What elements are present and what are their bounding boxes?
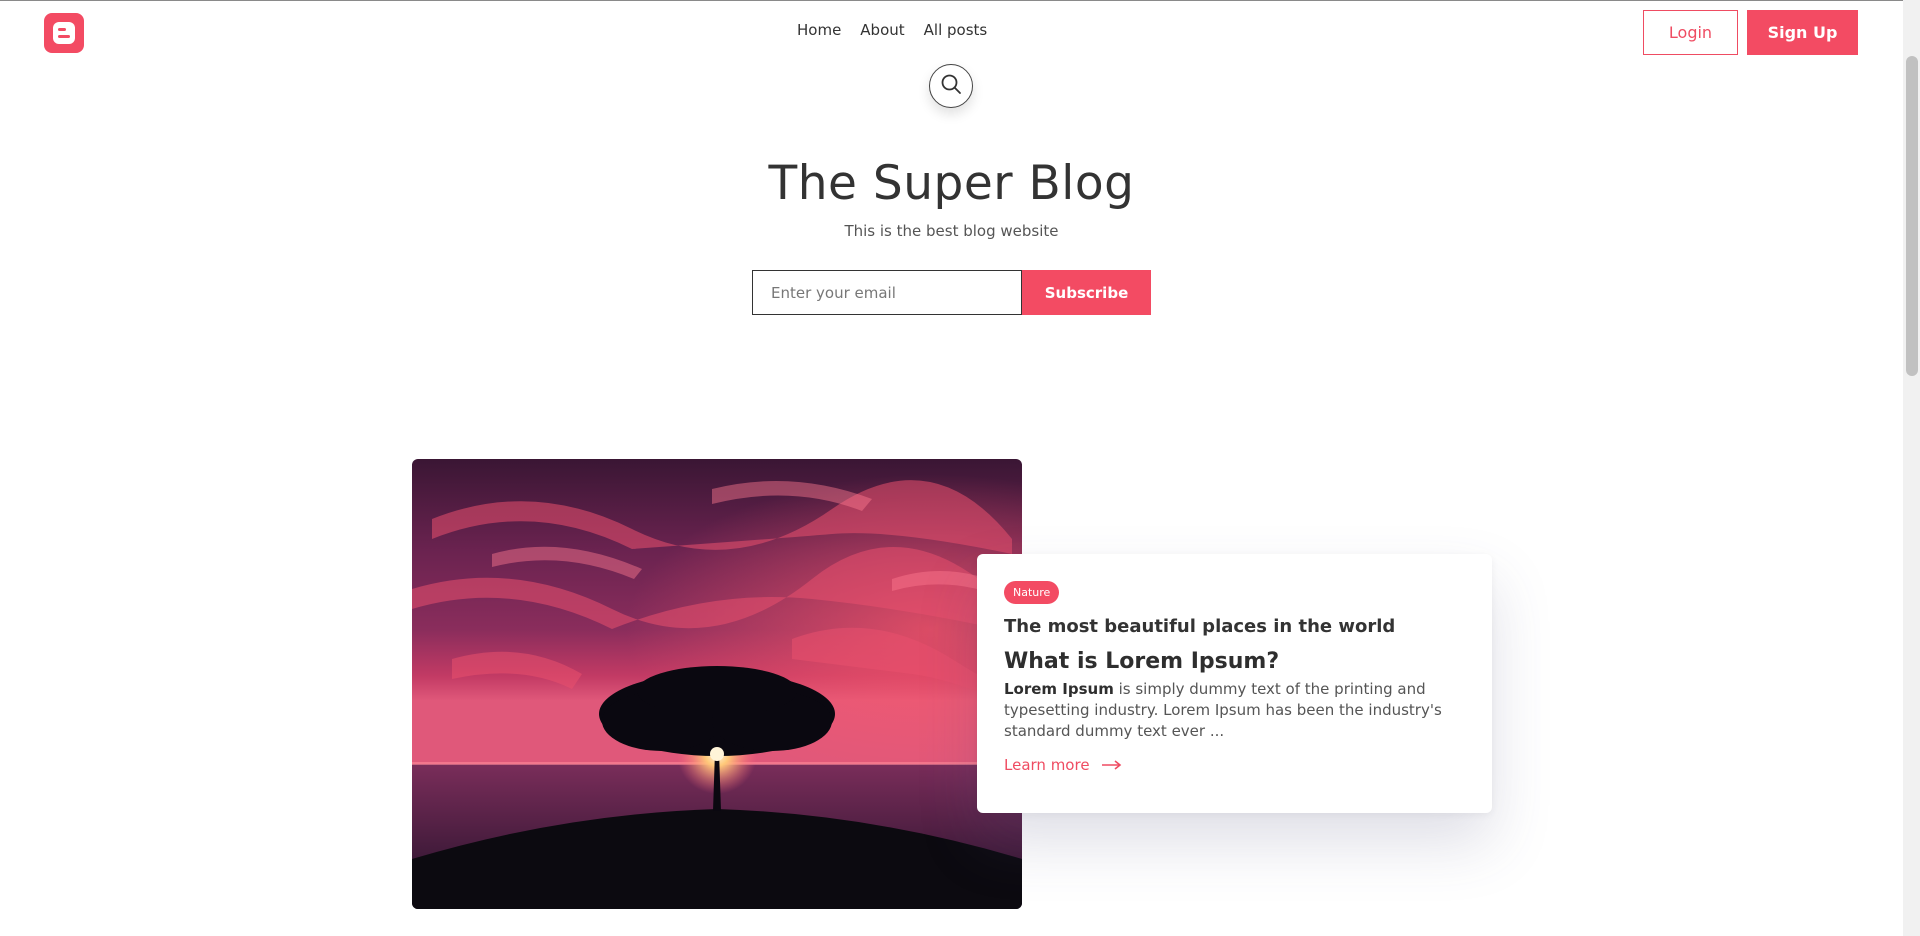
excerpt-bold: Lorem Ipsum xyxy=(1004,680,1114,698)
learn-more-label: Learn more xyxy=(1004,756,1090,774)
post-heading: What is Lorem Ipsum? xyxy=(1004,649,1280,674)
nav-home[interactable]: Home xyxy=(797,21,841,39)
login-button[interactable]: Login xyxy=(1643,10,1738,55)
signup-button[interactable]: Sign Up xyxy=(1747,10,1858,55)
category-badge[interactable]: Nature xyxy=(1004,581,1060,604)
post-card: Nature The most beautiful places in the … xyxy=(977,554,1492,813)
main-nav: Home About All posts xyxy=(797,21,987,39)
page-scrollbar[interactable] xyxy=(1903,0,1920,936)
post-excerpt: Lorem Ipsum is simply dummy text of the … xyxy=(1004,679,1444,742)
nav-all-posts[interactable]: All posts xyxy=(924,21,988,39)
post-title[interactable]: The most beautiful places in the world xyxy=(1004,616,1465,637)
page-title: The Super Blog xyxy=(768,156,1135,211)
post-image[interactable] xyxy=(412,459,1022,909)
learn-more-link[interactable]: Learn more xyxy=(1004,756,1465,774)
arrow-right-icon xyxy=(1101,756,1122,774)
search-icon xyxy=(940,73,962,99)
email-field[interactable] xyxy=(752,270,1022,315)
page-subtitle: This is the best blog website xyxy=(844,222,1059,240)
blogger-logo-icon[interactable] xyxy=(44,13,84,53)
top-border xyxy=(0,0,1920,1)
scrollbar-thumb[interactable] xyxy=(1906,56,1918,376)
search-button[interactable] xyxy=(929,64,973,108)
subscribe-button[interactable]: Subscribe xyxy=(1022,270,1151,315)
nav-about[interactable]: About xyxy=(860,21,904,39)
